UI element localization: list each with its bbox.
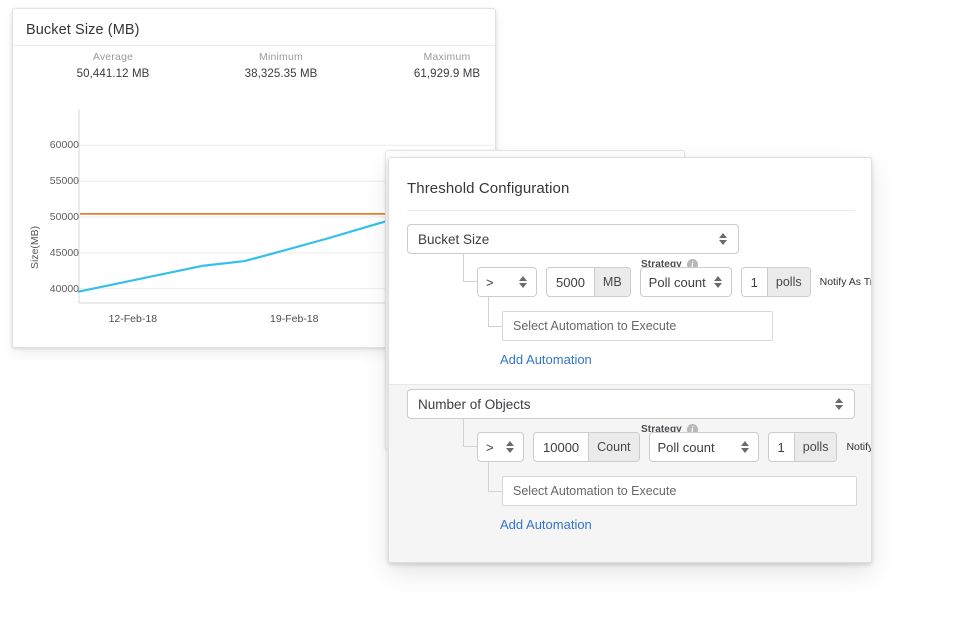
- poll-count-bucket-size-unit: polls: [767, 268, 810, 296]
- poll-count-bucket-size-value: 1: [742, 275, 767, 290]
- poll-count-number-of-objects-value: 1: [769, 440, 794, 455]
- threshold-value-number-of-objects-value: 10000: [534, 440, 588, 455]
- operator-select-bucket-size[interactable]: >: [477, 267, 537, 297]
- tree-connector-horizontal: [463, 281, 477, 282]
- stat-maximum-label: Maximum: [387, 51, 496, 63]
- panel-title: Threshold Configuration: [407, 180, 569, 197]
- stat-average-label: Average: [53, 51, 173, 63]
- y-axis-tick-label: 45000: [31, 247, 79, 259]
- y-axis-tick-label: 55000: [31, 175, 79, 187]
- strategy-select-bucket-size-value: Poll count: [649, 275, 707, 290]
- y-axis-tick-label: 60000: [31, 139, 79, 151]
- chevron-updown-icon: [713, 276, 723, 288]
- stat-maximum: Maximum 61,929.9 MB: [387, 51, 496, 80]
- automation-select-number-of-objects[interactable]: Select Automation to Execute: [502, 476, 857, 506]
- poll-count-bucket-size[interactable]: 1 polls: [741, 267, 811, 297]
- x-axis-tick-label: 12-Feb-18: [109, 313, 157, 325]
- tree-connector-horizontal: [488, 491, 502, 492]
- tree-connector-horizontal: [488, 326, 502, 327]
- notify-label-bucket-size: Notify As Trouble: [820, 276, 872, 288]
- y-axis-tick-label: 40000: [31, 283, 79, 295]
- chevron-updown-icon: [834, 398, 844, 410]
- tree-connector-vertical: [488, 297, 489, 327]
- condition-row-bucket-size: > 5000 MB Poll count 1 polls Notify As T…: [477, 267, 872, 297]
- threshold-value-bucket-size[interactable]: 5000 MB: [546, 267, 631, 297]
- threshold-value-number-of-objects[interactable]: 10000 Count: [533, 432, 640, 462]
- metric-select-bucket-size[interactable]: Bucket Size: [407, 224, 739, 254]
- tree-connector-vertical: [463, 419, 464, 447]
- poll-count-number-of-objects-unit: polls: [794, 433, 837, 461]
- metric-select-bucket-size-value: Bucket Size: [418, 232, 718, 247]
- screen: Bucket Size (MB) Average 50,441.12 MB Mi…: [0, 0, 960, 640]
- automation-select-bucket-size[interactable]: Select Automation to Execute: [502, 311, 773, 341]
- stat-average: Average 50,441.12 MB: [53, 51, 173, 80]
- metric-select-number-of-objects[interactable]: Number of Objects: [407, 389, 855, 419]
- chart-title: Bucket Size (MB): [26, 22, 140, 38]
- strategy-select-number-of-objects[interactable]: Poll count: [649, 432, 759, 462]
- condition-row-number-of-objects: > 10000 Count Poll count 1 polls Notify …: [477, 432, 872, 462]
- y-axis-tick-label: 50000: [31, 211, 79, 223]
- chevron-updown-icon: [518, 276, 528, 288]
- threshold-configuration-panel: Threshold Configuration Bucket Size Stra…: [388, 157, 872, 563]
- tree-connector-vertical: [488, 462, 489, 492]
- chevron-updown-icon: [505, 441, 515, 453]
- notify-label-number-of-objects: Notify As Trouble: [846, 441, 872, 453]
- metric-select-number-of-objects-value: Number of Objects: [418, 397, 834, 412]
- threshold-group-bucket-size: Bucket Size Strategy i > 5000 MB P: [389, 220, 872, 382]
- panel-title-divider: [407, 210, 855, 211]
- operator-select-number-of-objects-value: >: [486, 440, 499, 455]
- x-axis-tick-label: 19-Feb-18: [270, 313, 318, 325]
- add-automation-link-bucket-size[interactable]: Add Automation: [500, 352, 592, 367]
- poll-count-number-of-objects[interactable]: 1 polls: [768, 432, 838, 462]
- stat-maximum-value: 61,929.9 MB: [387, 68, 496, 80]
- automation-select-number-of-objects-placeholder: Select Automation to Execute: [513, 484, 676, 498]
- strategy-select-bucket-size[interactable]: Poll count: [640, 267, 732, 297]
- threshold-value-bucket-size-value: 5000: [547, 275, 594, 290]
- automation-select-bucket-size-placeholder: Select Automation to Execute: [513, 319, 676, 333]
- threshold-unit-bucket-size: MB: [594, 268, 630, 296]
- threshold-group-number-of-objects: Number of Objects Strategy i > 10000 Cou…: [389, 384, 872, 563]
- stat-minimum-value: 38,325.35 MB: [221, 68, 341, 80]
- stat-minimum: Minimum 38,325.35 MB: [221, 51, 341, 80]
- tree-connector-horizontal: [463, 446, 477, 447]
- stat-average-value: 50,441.12 MB: [53, 68, 173, 80]
- chevron-updown-icon: [740, 441, 750, 453]
- strategy-select-number-of-objects-value: Poll count: [658, 440, 734, 455]
- operator-select-bucket-size-value: >: [486, 275, 512, 290]
- stat-minimum-label: Minimum: [221, 51, 341, 63]
- operator-select-number-of-objects[interactable]: >: [477, 432, 524, 462]
- threshold-unit-number-of-objects: Count: [588, 433, 638, 461]
- chevron-updown-icon: [718, 233, 728, 245]
- chart-title-divider: [13, 45, 495, 46]
- y-axis-ticks: 40000 45000 50000 55000 60000: [13, 101, 79, 348]
- add-automation-link-number-of-objects[interactable]: Add Automation: [500, 517, 592, 532]
- tree-connector-vertical: [463, 254, 464, 282]
